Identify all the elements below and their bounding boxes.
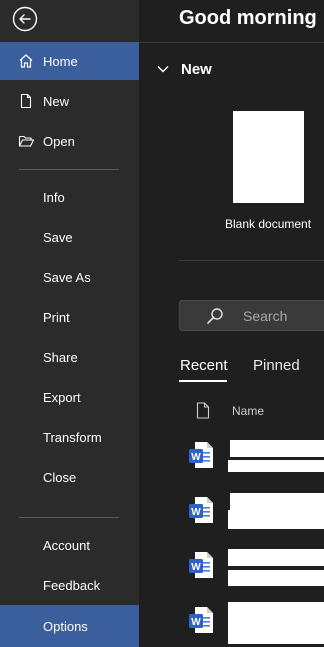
svg-text:W: W xyxy=(191,507,201,518)
blank-document-thumbnail[interactable] xyxy=(233,111,304,203)
sidebar-item-close[interactable]: Close xyxy=(0,458,139,496)
folder-open-icon xyxy=(17,132,35,150)
redacted-path xyxy=(228,510,324,529)
new-section-toggle[interactable]: New xyxy=(157,60,212,78)
file-row[interactable]: W xyxy=(179,543,324,593)
word-doc-icon: W xyxy=(189,552,213,578)
new-doc-icon xyxy=(17,92,35,110)
search-icon xyxy=(207,308,223,324)
redacted-filename xyxy=(230,440,324,457)
sidebar-item-label: Share xyxy=(43,349,78,365)
sidebar-item-label: New xyxy=(43,93,70,109)
file-row[interactable]: W xyxy=(179,598,324,647)
divider xyxy=(179,260,324,261)
word-doc-icon: W xyxy=(189,607,213,633)
section-title: New xyxy=(181,60,212,78)
word-doc-icon: W xyxy=(189,497,213,523)
sidebar-item-export[interactable]: Export xyxy=(0,378,139,416)
sidebar-item-label: Save xyxy=(43,229,73,245)
sidebar-divider xyxy=(19,169,119,170)
redacted-filename xyxy=(228,549,324,566)
active-tab-indicator xyxy=(179,380,227,382)
home-icon xyxy=(17,52,35,70)
sidebar-item-feedback[interactable]: Feedback xyxy=(0,566,139,604)
word-backstage: Home New Open Info Save Save As Print Sh… xyxy=(0,0,324,647)
file-row[interactable]: W xyxy=(179,433,324,483)
sidebar-item-label: Save As xyxy=(43,269,91,285)
sidebar-item-label: Options xyxy=(43,618,88,634)
svg-text:W: W xyxy=(191,562,201,573)
sidebar-item-label: Open xyxy=(43,133,75,149)
tab-pinned[interactable]: Pinned xyxy=(253,357,300,374)
tab-recent[interactable]: Recent xyxy=(180,357,228,374)
sidebar-item-print[interactable]: Print xyxy=(0,298,139,336)
file-type-icon xyxy=(196,402,210,419)
sidebar-item-label: Print xyxy=(43,309,70,325)
sidebar-divider xyxy=(19,517,119,518)
search-placeholder: Search xyxy=(243,308,288,324)
backstage-sidebar: Home New Open Info Save Save As Print Sh… xyxy=(0,0,139,647)
sidebar-item-info[interactable]: Info xyxy=(0,178,139,216)
word-doc-icon: W xyxy=(189,442,213,468)
sidebar-item-label: Info xyxy=(43,189,65,205)
sidebar-item-label: Home xyxy=(43,53,78,69)
redacted-path xyxy=(228,460,324,472)
sidebar-item-label: Feedback xyxy=(43,577,101,593)
redacted-filename xyxy=(228,602,324,644)
column-name-header[interactable]: Name xyxy=(232,404,264,418)
svg-text:W: W xyxy=(191,617,201,628)
sidebar-item-account[interactable]: Account xyxy=(0,526,139,564)
sidebar-item-label: Export xyxy=(43,389,81,405)
redacted-path xyxy=(228,570,324,586)
file-list-header: Name xyxy=(139,400,324,422)
sidebar-item-save-as[interactable]: Save As xyxy=(0,258,139,296)
sidebar-item-new[interactable]: New xyxy=(0,82,139,120)
sidebar-item-label: Account xyxy=(43,537,90,553)
search-input[interactable]: Search xyxy=(179,300,324,331)
backstage-main: Good morning New Blank document Search R… xyxy=(139,0,324,647)
sidebar-item-save[interactable]: Save xyxy=(0,218,139,256)
page-title: Good morning xyxy=(179,7,317,29)
blank-document-label[interactable]: Blank document xyxy=(225,217,311,231)
sidebar-item-home[interactable]: Home xyxy=(0,42,139,80)
sidebar-item-open[interactable]: Open xyxy=(0,122,139,160)
file-row[interactable]: W xyxy=(179,488,324,538)
sidebar-item-label: Transform xyxy=(43,429,102,445)
back-button[interactable] xyxy=(12,6,38,32)
sidebar-item-options[interactable]: Options xyxy=(0,605,139,647)
divider xyxy=(139,42,324,43)
svg-text:W: W xyxy=(191,452,201,463)
chevron-down-icon xyxy=(157,66,169,73)
sidebar-item-share[interactable]: Share xyxy=(0,338,139,376)
sidebar-item-transform[interactable]: Transform xyxy=(0,418,139,456)
sidebar-item-label: Close xyxy=(43,469,77,485)
back-arrow-icon xyxy=(12,6,38,32)
